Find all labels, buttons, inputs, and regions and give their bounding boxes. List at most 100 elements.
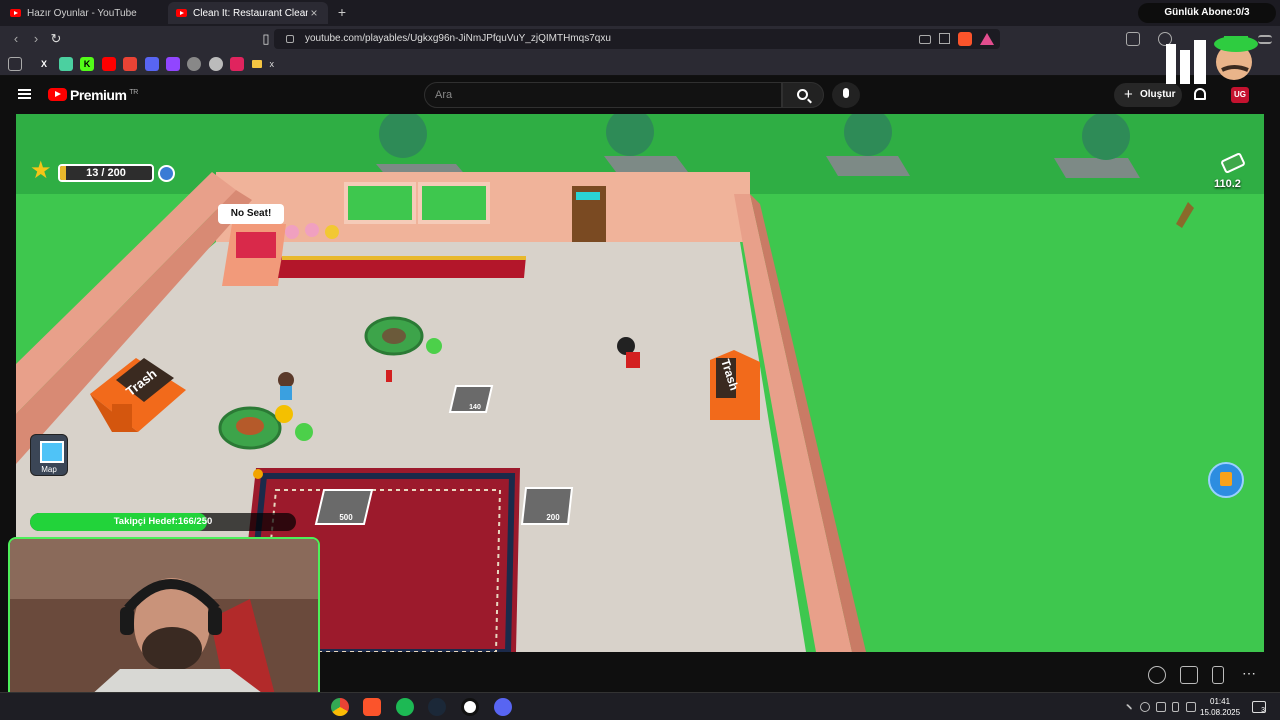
ugo-logo-art [1166,36,1258,84]
youtube-bookmark-icon[interactable] [102,57,116,71]
volume-icon[interactable] [1140,702,1150,712]
twitch-icon[interactable] [166,57,180,71]
obs-icon[interactable] [461,698,479,716]
discord-icon[interactable] [145,57,159,71]
headphone-cup [208,607,222,635]
search-button[interactable] [782,82,824,108]
gmail-icon[interactable] [123,57,137,71]
customer [325,225,339,239]
unlock-price-500: 500 [339,513,353,522]
tray-chevron-icon[interactable] [1122,703,1133,714]
windows-taskbar: 01:41 15.08.2025 3 [0,692,1280,720]
wifi-icon[interactable] [1186,702,1196,712]
browser-nav-bar: ‹ › ↻ ▯ youtube.com/playables/Ugkxg96n-J… [0,26,1280,52]
region-code: TR [129,89,138,97]
tab-clean-it[interactable]: Clean It: Restaurant Cleanup - Yo × [168,2,328,24]
level-progress-fill [60,166,66,180]
chrome-icon[interactable] [331,698,349,716]
speech-bubble: No Seat! [218,204,284,224]
bookmark-app-icon[interactable] [187,57,201,71]
boost-button[interactable] [158,165,175,182]
voice-search-button[interactable] [832,82,860,108]
door-sign [576,192,600,200]
new-tab-button[interactable]: + [334,4,350,20]
window [344,182,416,224]
logo-letter [1194,40,1206,84]
spotify-icon[interactable] [396,698,414,716]
table-food [236,417,264,435]
map-button[interactable]: Map [30,434,68,476]
webcam-feed [10,539,318,710]
dirt-item [253,469,263,479]
kick-icon[interactable]: K [80,57,94,71]
save-bookmark-icon[interactable] [1212,666,1224,684]
beard [142,627,202,671]
site-info-icon[interactable] [286,35,294,43]
chair [426,338,442,354]
map-label: Map [41,465,57,474]
folder-icon [252,60,262,68]
create-label: Oluştur [1140,89,1176,100]
clock-date: 15.08.2025 [1200,708,1241,717]
search-input[interactable]: Ara [424,82,782,108]
cast-icon[interactable] [919,35,931,44]
bookmark-label: x [269,59,275,69]
chair [295,423,313,441]
apps-grid-icon[interactable] [8,57,22,71]
close-tab-icon[interactable]: × [308,6,320,20]
notification-count: 3 [1261,707,1265,714]
bookmark-app-icon[interactable] [59,57,73,71]
fullscreen-icon[interactable] [1180,666,1198,684]
customer-head [278,372,294,388]
bookmark-icon[interactable]: ▯ [258,31,274,47]
system-clock[interactable]: 01:41 15.08.2025 [1200,696,1240,718]
streamer-logo [1164,30,1274,90]
brand-text: Premium [70,87,127,103]
chatgpt-icon[interactable] [209,57,223,71]
microphone-icon[interactable] [1172,702,1179,712]
search-icon [797,89,808,100]
reload-icon[interactable]: ↻ [48,31,64,47]
tab-title: Clean It: Restaurant Cleanup - Yo [193,7,308,19]
youtube-favicon-icon [10,9,21,17]
level-progress-bar: 13 / 200 [58,164,154,182]
sidebar-icon[interactable] [1126,32,1140,46]
webcam-overlay [8,537,320,712]
customer [285,225,299,239]
customer [305,223,319,237]
x-icon[interactable]: X [37,57,51,71]
share-icon[interactable] [939,33,950,44]
mascot-hat-top [1224,36,1248,46]
bookmark-folder-x[interactable]: x [252,57,274,71]
address-bar[interactable]: youtube.com/playables/Ugkxg96n-JiNmJPfqu… [274,29,1000,49]
customer-body [280,386,292,400]
window [418,182,490,224]
notification-center-icon[interactable]: 3 [1252,701,1266,714]
hamburger-menu-icon[interactable] [18,89,31,99]
brave-icon[interactable] [363,698,381,716]
money-counter: 110.2 [1214,178,1241,190]
steam-icon[interactable] [428,698,446,716]
tab-hazir-oyunlar[interactable]: Hazır Oyunlar - YouTube [2,2,164,24]
network-icon[interactable] [1156,702,1166,712]
table-dirt [382,328,406,344]
youtube-logo-icon[interactable] [48,88,67,101]
mute-icon[interactable] [1148,666,1166,684]
planter [1054,158,1140,178]
forward-icon[interactable]: › [28,31,44,47]
brave-rewards-icon[interactable] [980,33,994,45]
brave-shields-icon[interactable] [958,32,972,46]
headphone-cup [120,607,134,635]
queue-carpet-trim [282,256,526,260]
logo-letter [1180,50,1190,84]
discord-icon[interactable] [494,698,512,716]
upgrade-button[interactable] [1208,462,1244,498]
follower-goal-text: Takipçi Hedef:166/250 [113,516,213,527]
level-progress-text: 13 / 200 [86,167,126,179]
url-text: youtube.com/playables/Ugkxg96n-JiNmJPfqu… [305,33,611,44]
more-options-icon[interactable]: ⋯ [1242,666,1260,684]
youtube-premium-logo[interactable]: Premium TR [70,87,138,103]
unlock-price-140: 140 [469,404,481,411]
bookmark-app-icon[interactable] [230,57,244,71]
back-icon[interactable]: ‹ [8,31,24,47]
